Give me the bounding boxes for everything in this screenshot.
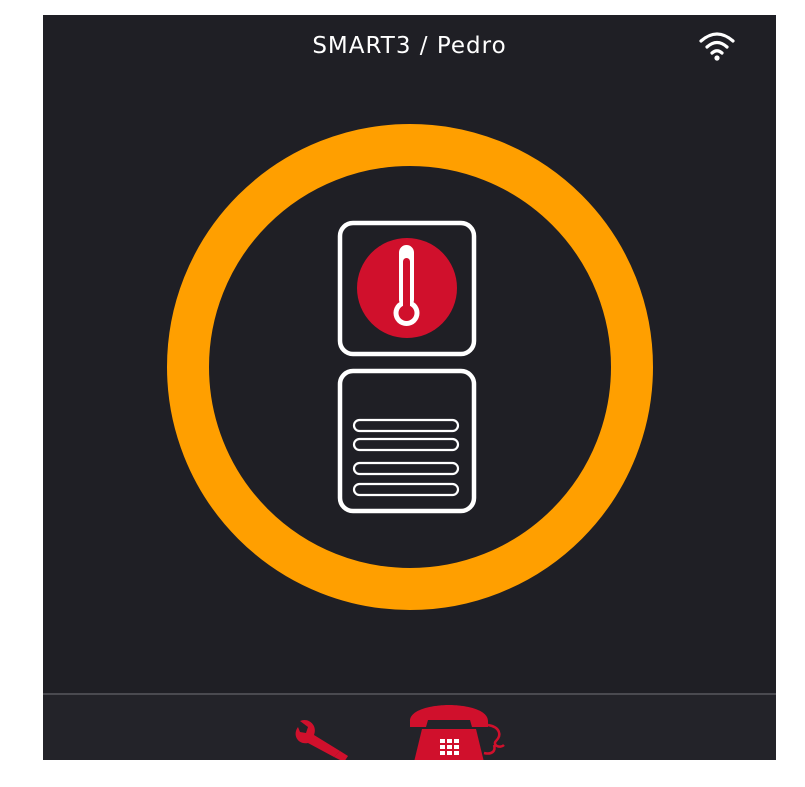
bottom-toolbar [43, 693, 776, 760]
telephone-icon[interactable] [404, 705, 516, 760]
thermometer-icon [357, 238, 457, 338]
status-area [43, 15, 776, 695]
app-screen: SMART3 / Pedro [43, 15, 776, 760]
radiator-panel-icon [337, 368, 477, 514]
device-button[interactable] [336, 220, 481, 522]
wrench-icon[interactable] [288, 713, 382, 760]
